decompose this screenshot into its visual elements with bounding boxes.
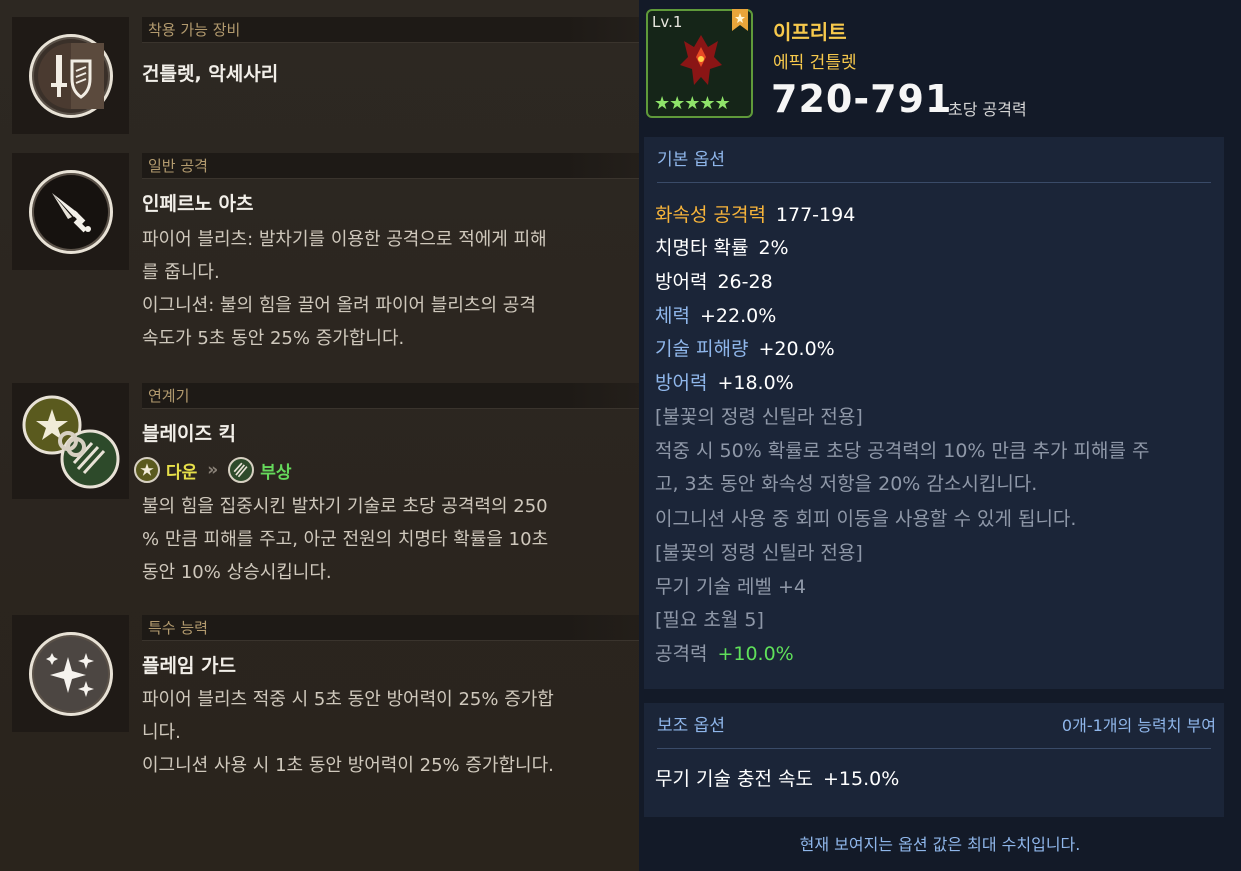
unique-option-line: 고, 3초 동안 화속성 저항을 20% 감소시킵니다. <box>655 473 1038 495</box>
option-value: +10.0% <box>717 643 794 665</box>
level-value: 1 <box>672 13 683 31</box>
option-row: 화속성 공격력 177-194 <box>655 200 855 227</box>
section-header: 착용 가능 장비 <box>142 17 639 43</box>
basic-options-box: 기본 옵션 화속성 공격력 177-194 치명타 확률 2% 방어력 26-28 체… <box>644 137 1224 689</box>
skill-name: 플레임 가드 <box>142 655 237 677</box>
skill-description: 불의 힘을 집중시킨 발차기 기술로 초당 공격력의 250 % 만큼 피해를 … <box>142 490 619 589</box>
sword-shield-icon <box>29 34 113 118</box>
section-header: 일반 공격 <box>142 153 639 179</box>
item-icon[interactable]: Lv.1 ★★★★★ <box>646 9 753 118</box>
unique-option-line: 적중 시 50% 확률로 초당 공격력의 10% 만큼 추가 피해를 주 <box>655 440 1150 462</box>
dagger-icon <box>29 170 113 254</box>
divider <box>657 182 1211 183</box>
normal-attack-section: 일반 공격 인페르노 아츠 파이어 블리츠: 발차기를 이용한 공격으로 적에게… <box>12 153 639 363</box>
normal-attack-icon-box <box>12 153 129 270</box>
chain-from-status: 다운 <box>166 462 198 483</box>
chain-link-icon <box>22 395 120 489</box>
level-label: Lv. <box>652 13 673 31</box>
description-line: 를 줍니다. <box>142 262 220 283</box>
star-rating: ★★★★★ <box>654 93 731 114</box>
description-line: 니다. <box>142 722 181 743</box>
item-level: Lv.1 <box>652 13 682 31</box>
option-key: 공격력 <box>655 643 708 665</box>
option-value: +15.0% <box>822 768 900 790</box>
option-row: 방어력 26-28 <box>655 267 773 294</box>
option-key: 기술 피해량 <box>655 338 749 360</box>
chain-section: 연계기 블레이즈 킥 다운 » 부상 불의 힘을 집중시킨 발차기 기술로 초당… <box>12 383 639 593</box>
chain-icon-box <box>12 383 129 499</box>
description-line: 동안 10% 상승시킵니다. <box>142 562 332 583</box>
option-row: 방어력 +18.0% <box>655 368 794 395</box>
description-line: % 만큼 피해를 주고, 아군 전원의 치명타 확률을 10초 <box>142 529 549 550</box>
option-key: 방어력 <box>655 271 708 293</box>
chain-to-status: 부상 <box>260 462 292 483</box>
down-status-icon <box>134 457 160 483</box>
equip-icon-box <box>12 17 129 134</box>
footer-note: 현재 보여지는 옵션 값은 최대 수치입니다. <box>799 835 1081 854</box>
item-name: 이프리트 <box>773 20 847 44</box>
option-value: +22.0% <box>699 305 777 327</box>
option-value: 26-28 <box>717 271 773 293</box>
option-key: 방어력 <box>655 372 708 394</box>
special-icon-box <box>12 615 129 732</box>
option-value: +18.0% <box>717 372 794 394</box>
equip-section: 착용 가능 장비 건틀렛, 악세사리 <box>12 17 639 135</box>
item-detail-panel: Lv.1 ★★★★★ 이프리트 에픽 건틀렛 720-791 초당 공격력 기본… <box>639 0 1241 871</box>
aux-options-note: 0개-1개의 능력치 부여 <box>1061 716 1216 735</box>
bookmark-icon <box>732 9 748 31</box>
option-key: 무기 기술 충전 속도 <box>655 768 813 790</box>
skill-description: 파이어 블리츠 적중 시 5초 동안 방어력이 25% 증가합 니다. 이그니션… <box>142 683 619 782</box>
description-line: 속도가 5초 동안 25% 증가합니다. <box>142 328 405 349</box>
item-attack-label: 초당 공격력 <box>948 100 1027 119</box>
section-header: 특수 능력 <box>142 615 639 641</box>
option-key: 치명타 확률 <box>655 237 749 259</box>
aux-options-title: 보조 옵션 <box>657 716 725 736</box>
unique-option-line: 이그니션 사용 중 회피 이동을 사용할 수 있게 됩니다. <box>655 508 1077 530</box>
option-row: 치명타 확률 2% <box>655 233 789 260</box>
option-value: 2% <box>758 237 789 259</box>
option-row: 체력 +22.0% <box>655 301 776 328</box>
wound-status-icon <box>228 457 255 483</box>
option-row: 무기 기술 충전 속도 +15.0% <box>655 764 899 791</box>
unique-option-line: [필요 초월 5] <box>655 609 764 631</box>
description-line: 파이어 블리츠 적중 시 5초 동안 방어력이 25% 증가합 <box>142 689 554 710</box>
skill-name: 블레이즈 킥 <box>142 423 237 445</box>
section-header: 연계기 <box>142 383 639 409</box>
ifrit-gauntlet-icon <box>680 35 722 85</box>
option-value: +20.0% <box>758 338 835 360</box>
basic-options-title: 기본 옵션 <box>657 150 725 170</box>
divider <box>657 748 1211 749</box>
option-row: 공격력 +10.0% <box>655 639 794 666</box>
description-line: 불의 힘을 집중시킨 발차기 기술로 초당 공격력의 250 <box>142 496 548 517</box>
option-value: 177-194 <box>775 204 856 226</box>
option-row: 기술 피해량 +20.0% <box>655 334 835 361</box>
aux-options-box: 보조 옵션 0개-1개의 능력치 부여 무기 기술 충전 속도 +15.0% <box>644 703 1224 817</box>
unique-option-line: [불꽃의 정령 신틸라 전용] <box>655 406 863 428</box>
skill-panel: 착용 가능 장비 건틀렛, 악세사리 일반 공격 인페르노 아츠 파이어 블리츠… <box>0 0 639 871</box>
description-line: 파이어 블리츠: 발차기를 이용한 공격으로 적에게 피해 <box>142 229 547 250</box>
description-line: 이그니션 사용 시 1초 동안 방어력이 25% 증가합니다. <box>142 755 554 776</box>
skill-name: 인페르노 아츠 <box>142 193 254 215</box>
option-key: 화속성 공격력 <box>655 204 766 226</box>
chain-condition: 다운 » 부상 <box>134 455 292 485</box>
equip-types: 건틀렛, 악세사리 <box>142 63 279 85</box>
sparkle-icon <box>29 632 113 716</box>
description-line: 이그니션: 불의 힘을 끌어 올려 파이어 블리츠의 공격 <box>142 295 536 316</box>
option-key: 체력 <box>655 305 690 327</box>
special-section: 특수 능력 플레임 가드 파이어 블리츠 적중 시 5초 동안 방어력이 25%… <box>12 615 639 795</box>
item-type: 에픽 건틀렛 <box>773 53 857 73</box>
unique-option-line: 무기 기술 레벨 +4 <box>655 576 807 598</box>
unique-option-line: [불꽃의 정령 신틸라 전용] <box>655 542 863 564</box>
skill-description: 파이어 블리츠: 발차기를 이용한 공격으로 적에게 피해 를 줍니다. 이그니… <box>142 223 619 355</box>
chevron-right-icon: » <box>207 460 219 480</box>
item-attack-value: 720-791 <box>771 77 953 121</box>
